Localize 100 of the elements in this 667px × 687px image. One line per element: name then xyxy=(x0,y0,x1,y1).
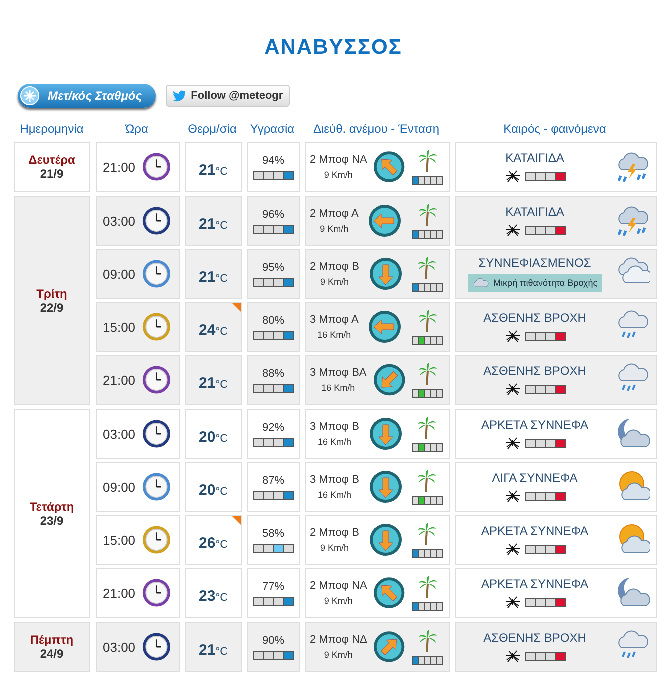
wind-speed: 16 Km/h xyxy=(318,330,352,340)
palm-tree-icon xyxy=(417,416,438,438)
day-date: 24/9 xyxy=(40,647,64,661)
time-text: 03:00 xyxy=(103,426,136,442)
palm-tree-icon xyxy=(418,362,438,384)
temperature: 26°C xyxy=(198,534,228,552)
humidity-value: 87% xyxy=(262,474,285,486)
wind-bar xyxy=(412,230,443,238)
time-text: 21:00 xyxy=(103,160,136,174)
mosquito-icon xyxy=(504,169,520,183)
snowflake-icon xyxy=(20,86,40,106)
humidity-bar xyxy=(253,224,294,234)
wind-bar xyxy=(412,282,443,292)
wind-bar xyxy=(412,496,443,504)
day-name: Δευτέρα xyxy=(28,153,76,167)
clock-icon xyxy=(142,311,171,343)
cloud-icon xyxy=(472,277,490,289)
temperature: 24°C xyxy=(198,322,228,338)
weather-description: ΚΑΤΑΙΓΙΔΑ xyxy=(506,205,564,219)
clock-icon xyxy=(142,631,171,663)
palm-tree-icon xyxy=(417,470,438,492)
humidity-value: 92% xyxy=(262,422,285,434)
weather-description: ΑΣΘΕΝΗΣ ΒΡΟΧΗ xyxy=(484,631,586,645)
mosquito-bar xyxy=(524,332,566,340)
time-text: 15:00 xyxy=(103,320,136,334)
wind-direction-icon xyxy=(373,576,406,610)
wind-strength: 2 Μποφ Α xyxy=(310,208,359,220)
weather-description: ΑΡΚΕΤΑ ΣΥΝΝΕΦΑ xyxy=(481,524,589,538)
weather-description: ΣΥΝΝΕΦΙΑΣΜΕΝΟΣ xyxy=(478,256,592,270)
wind-bar xyxy=(412,656,443,664)
humidity-value: 90% xyxy=(262,634,285,646)
wind-strength: 3 Μποφ ΒΑ xyxy=(310,367,367,379)
mosquito-bar xyxy=(524,652,566,660)
day-date: 21/9 xyxy=(40,167,64,181)
palm-tree-icon xyxy=(418,576,438,598)
column-header: Καιρός - φαινόμενα xyxy=(502,122,608,136)
humidity-value: 58% xyxy=(262,528,285,540)
clock-icon xyxy=(142,577,171,609)
wind-strength: 2 Μποφ ΝΑ xyxy=(310,580,368,592)
weather-description: ΑΣΘΕΝΗΣ ΒΡΟΧΗ xyxy=(484,364,586,378)
wind-strength: 3 Μποφ Β xyxy=(310,421,360,433)
clock-icon xyxy=(142,364,171,396)
humidity-value: 94% xyxy=(262,154,285,166)
wind-direction-icon xyxy=(368,310,402,344)
humidity-value: 96% xyxy=(262,208,285,220)
wind-speed: 9 Km/h xyxy=(320,277,349,287)
mosquito-icon xyxy=(504,329,520,343)
wind-direction-icon xyxy=(368,470,403,504)
time-text: 09:00 xyxy=(103,266,136,282)
humidity-bar xyxy=(253,438,294,446)
humidity-bar xyxy=(253,170,294,180)
temperature: 21°C xyxy=(198,374,228,392)
temperature: 21°C xyxy=(198,268,228,286)
temperature: 20°C xyxy=(198,428,228,446)
wind-direction-icon xyxy=(368,257,403,291)
day-date: 23/9 xyxy=(40,514,64,528)
mosquito-bar xyxy=(524,172,566,180)
wind-speed: 9 Km/h xyxy=(324,170,353,180)
wind-speed: 9 Km/h xyxy=(320,543,349,553)
wind-bar xyxy=(412,602,443,610)
wind-strength: 2 Μποφ Β xyxy=(310,527,360,539)
humidity-bar xyxy=(253,596,294,606)
wind-speed: 9 Km/h xyxy=(324,650,353,660)
follow-button[interactable]: Follow @meteogr xyxy=(166,85,290,107)
wind-direction-icon xyxy=(373,630,406,664)
clock-icon xyxy=(142,524,171,556)
palm-tree-icon xyxy=(418,150,438,172)
palm-tree-icon xyxy=(418,310,438,332)
temperature: 21°C xyxy=(198,216,228,232)
wind-bar xyxy=(412,548,443,558)
mosquito-icon xyxy=(504,649,520,663)
day-date: 22/9 xyxy=(40,300,64,314)
wind-speed: 9 Km/h xyxy=(320,224,349,234)
column-header: Διεύθ. ανέμου - Ένταση xyxy=(312,122,441,136)
humidity-bar xyxy=(253,330,294,340)
wind-strength: 3 Μποφ Β xyxy=(310,474,360,486)
wind-speed: 16 Km/h xyxy=(318,437,352,447)
weather-description: ΑΡΚΕΤΑ ΣΥΝΝΕΦΑ xyxy=(481,418,589,432)
mosquito-bar xyxy=(524,598,566,606)
palm-tree-icon xyxy=(418,630,438,652)
temperature: 21°C xyxy=(198,642,228,658)
clock-icon xyxy=(142,418,171,450)
wind-direction-icon xyxy=(368,204,402,238)
wind-bar xyxy=(412,442,443,452)
humidity-bar xyxy=(253,278,294,286)
temperature: 21°C xyxy=(198,162,228,178)
weather-description: ΑΣΘΕΝΗΣ ΒΡΟΧΗ xyxy=(484,311,586,325)
weather-description: ΚΑΤΑΙΓΙΔΑ xyxy=(506,151,564,165)
weather-description: ΑΡΚΕΤΑ ΣΥΝΝΕΦΑ xyxy=(481,577,589,591)
wind-speed: 16 Km/h xyxy=(318,490,352,500)
clock-icon xyxy=(142,151,171,183)
temperature: 20°C xyxy=(198,482,228,498)
time-text: 15:00 xyxy=(103,532,136,548)
wind-speed: 16 Km/h xyxy=(322,383,356,393)
rain-note: Μικρή πιθανότητα Βροχής xyxy=(468,274,602,292)
time-text: 21:00 xyxy=(103,372,136,388)
wind-strength: 2 Μποφ Β xyxy=(310,261,360,273)
clock-icon xyxy=(142,258,171,290)
time-text: 03:00 xyxy=(103,214,136,228)
day-name: Τετάρτη xyxy=(30,500,74,514)
